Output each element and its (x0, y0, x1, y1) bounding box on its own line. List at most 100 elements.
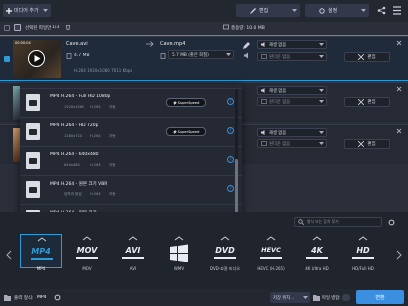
scissors-icon (358, 54, 365, 60)
folder-icon[interactable] (313, 294, 320, 301)
format-logo: 4K (311, 246, 323, 255)
subtitle-value: 원다운 없음 (269, 99, 291, 105)
subtitle-select[interactable]: 원다운 없음 (257, 139, 327, 148)
file-row[interactable]: 00:00:04 Cave.avi 4.7 MB H.264 1920x1080… (0, 35, 408, 81)
play-icon (34, 55, 41, 62)
merge-files-toggle[interactable] (342, 294, 350, 301)
preset-resolution: 640x480 (64, 163, 80, 167)
add-media-button[interactable]: 미디어 추가 (3, 4, 51, 17)
format-logo-underline (260, 257, 282, 259)
close-icon[interactable] (396, 86, 402, 92)
share-button[interactable] (377, 6, 386, 15)
save-to-button[interactable]: 저장 위치... (270, 292, 310, 303)
preset-item[interactable]: MP4 H.264 - HD 720p 1280x720 H.264 자동 SuperS… (20, 117, 242, 145)
edit-label: 편집 (367, 55, 376, 60)
preset-audio: 자동 (109, 163, 116, 167)
format-tile[interactable]: AVI (112, 234, 154, 268)
preset-file-icon (26, 181, 40, 198)
output-quality-select[interactable]: 5.7 MB (좋은 화질) (168, 50, 234, 59)
subtitle-select[interactable]: 원다운 없음 (257, 97, 327, 106)
preset-audio: 자동 (109, 105, 116, 109)
format-name: AVI (129, 266, 137, 271)
format-tile[interactable]: DVD (204, 234, 246, 268)
format-name: MP4 (36, 266, 46, 271)
chevron-down-icon (361, 8, 366, 12)
preset-item[interactable]: MP4 H.264 - Full HD 1080p 1920x1080 H.264 자… (20, 88, 242, 116)
lightning-icon (172, 129, 177, 134)
output-file-name: Cave.mp4 (160, 41, 186, 47)
chevron-right-icon (396, 250, 402, 260)
settings-icon[interactable] (388, 219, 395, 226)
file-info: H.264 1920x1080 7611 Kbps (74, 68, 133, 73)
preset-codec: H.264 (90, 134, 101, 138)
settings-menu-button[interactable]: 설정 (305, 4, 369, 17)
audio-select[interactable]: 재생 없음 (257, 86, 327, 95)
format-logo-underline (31, 258, 53, 260)
edit-menu-label: 편집 (259, 8, 269, 14)
audio-value: 재생 없음 (269, 42, 287, 48)
preset-audio: 자동 (109, 134, 116, 138)
audio-value: 재생 없음 (269, 130, 287, 136)
edit-button[interactable]: 편집 (344, 52, 390, 62)
select-all-checkbox[interactable] (4, 25, 10, 31)
format-name: DVD-호환 비디오 (210, 266, 240, 271)
video-thumbnail[interactable]: 00:00:04 (13, 40, 61, 78)
info-icon[interactable]: ? (227, 127, 234, 134)
subtitle-select[interactable]: 원다운 없음 (257, 52, 327, 61)
plus-icon (6, 7, 12, 14)
edit-tools-icon (250, 7, 256, 14)
format-tile[interactable]: HEVC (250, 234, 292, 268)
info-icon[interactable]: ? (227, 156, 234, 163)
convert-button[interactable]: 변환 (356, 290, 404, 304)
format-tile[interactable]: HD (342, 234, 384, 268)
delete-icon[interactable] (65, 24, 71, 30)
format-logo: HEVC (261, 246, 281, 254)
audio-track-icon (244, 52, 248, 59)
close-icon[interactable] (396, 128, 402, 134)
preset-item[interactable]: MP4 H.264 - 원본 크기 VBR 입력과 동일 H.264 자동? (20, 175, 242, 203)
output-settings-icon[interactable] (54, 294, 61, 301)
format-tile[interactable]: MOV (66, 234, 108, 268)
selected-only-toggle[interactable] (14, 24, 21, 31)
format-name: WMV (173, 266, 185, 271)
pencil-icon[interactable] (243, 42, 250, 49)
close-icon[interactable] (396, 40, 402, 46)
audio-select[interactable]: 재생 없음 (257, 128, 327, 137)
search-placeholder: 형식 또는 장치 찾기 (307, 219, 339, 224)
edit-button[interactable]: 편집 (344, 97, 390, 107)
info-icon[interactable]: ? (227, 185, 234, 192)
popup-scrollbar[interactable] (235, 89, 238, 229)
format-logo-underline (306, 257, 328, 259)
more-menu-button[interactable] (393, 5, 401, 16)
format-tile[interactable] (158, 234, 200, 268)
chevron-up-icon (82, 236, 92, 241)
format-logo-underline (214, 257, 236, 259)
chevron-down-icon (303, 295, 308, 299)
merge-files-label: 파일 병합: (322, 296, 341, 301)
chevron-up-icon (358, 236, 368, 241)
format-name: MOV (82, 266, 92, 271)
audio-select[interactable]: 재생 없음 (257, 40, 327, 49)
scrollbar-thumb[interactable] (235, 159, 238, 219)
chevron-up-icon (37, 237, 47, 242)
chevron-up-icon (220, 236, 230, 241)
audio-icon (261, 130, 265, 135)
save-to-label: 저장 위치... (273, 295, 295, 301)
search-box[interactable]: 형식 또는 장치 찾기 (294, 217, 382, 227)
format-prev-button[interactable] (6, 250, 12, 260)
file-name: Cave.avi (66, 41, 88, 47)
edit-button[interactable]: 편집 (344, 139, 390, 149)
play-button[interactable] (28, 50, 45, 67)
file-checkbox[interactable] (4, 56, 10, 62)
lightning-icon (172, 100, 177, 105)
superspeed-badge: SuperSpeed (166, 98, 206, 107)
format-next-button[interactable] (396, 250, 402, 260)
format-tile[interactable]: MP4 (20, 234, 62, 268)
format-tile[interactable]: 4K (296, 234, 338, 268)
format-name: HD/Full HD (352, 266, 374, 271)
info-icon[interactable]: ? (227, 98, 234, 105)
preset-item[interactable]: MP4 H.264 - 640x480 640x480 H.264 자동? (20, 146, 242, 174)
edit-menu-button[interactable]: 편집 (236, 4, 300, 17)
chevron-down-icon (319, 42, 324, 46)
file-duration: 00:00:04 (15, 41, 31, 45)
